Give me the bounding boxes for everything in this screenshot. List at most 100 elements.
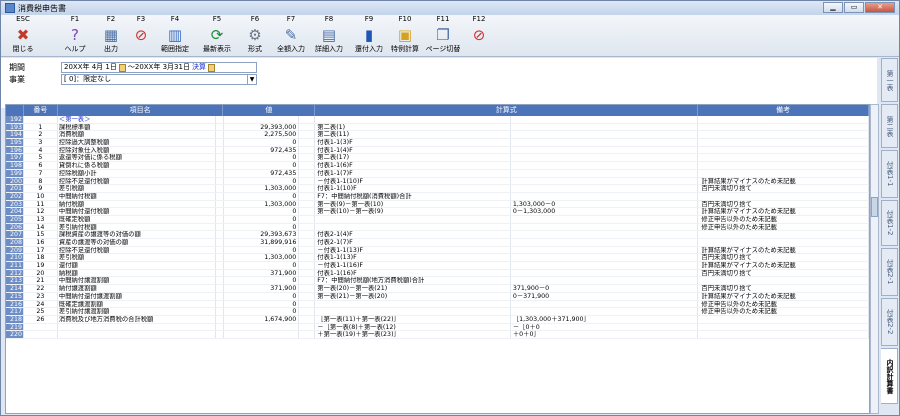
window-title: 消費税申告書	[18, 3, 66, 13]
row-remark	[698, 239, 869, 246]
table-row[interactable]: 207 15 課税資産の譲渡等の対価の額 29,393,673 付表2-1(4)F	[6, 231, 869, 239]
table-row[interactable]: 212 20 納税額 371,900 付表1-1(16)F 百円未満切り捨て	[6, 269, 869, 278]
table-row[interactable]: 203 11 納付税額 1,303,000 第一表(9)－第一表(10) 1,303,00…	[6, 200, 869, 209]
row-formula-values	[511, 308, 699, 315]
row-name: 中間納付還付税額	[58, 208, 216, 215]
table-row[interactable]: 205 13 既確定税額 0 修正申告以外のため未記載	[6, 215, 869, 224]
tab-sheet[interactable]: 付表2-2	[881, 298, 898, 346]
row-formula	[315, 215, 511, 223]
scroll-thumb[interactable]	[871, 197, 878, 217]
toolbar-button-f1[interactable]: F1? ヘルプ	[57, 15, 93, 57]
toolbar-button-f9[interactable]: F9 ▮ 還付入力	[351, 15, 387, 57]
tab-sheet[interactable]: 第一表	[881, 58, 898, 102]
row-remark: 修正申告以外のため未記載	[698, 300, 869, 308]
row-name: 還付額	[58, 262, 216, 269]
tab-sheet[interactable]: 内訳計算書	[881, 348, 898, 404]
table-row[interactable]: 209 17 控除不足還付税額 0 －付表1-1(13)F 計算結果がマイナスのため未記載	[6, 246, 869, 255]
table-row[interactable]: 200 8 控除不足還付税額 0 －付表1-1(10)F 計算結果がマイナスのため未記載	[6, 177, 869, 186]
row-formula: 付表1-1(7)F	[315, 169, 511, 177]
row-spacer	[216, 215, 224, 223]
table-row[interactable]: 217 25 差引納付譲渡割額 0 修正申告以外のため未記載	[6, 308, 869, 316]
toolbar-button-f5[interactable]: F5 ⟳ 最新表示	[199, 15, 235, 57]
table-row[interactable]: 199 7 控除税額小計 972,435 付表1-1(7)F	[6, 169, 869, 178]
toolbar-button-f10[interactable]: F10 ▣ 特例計算	[387, 15, 423, 57]
table-row[interactable]: 194 2 消費税額 2,275,500 第二表(11)	[6, 131, 869, 140]
row-spacer	[216, 315, 224, 323]
row-remark: 計算結果がマイナスのため未記載	[698, 246, 869, 254]
table-row[interactable]: 196 4 控除対象仕入税額 972,435 付表1-1(4)F	[6, 146, 869, 155]
table-row[interactable]: 195 3 控除過大調整税額 0 付表1-1(3)F	[6, 139, 869, 147]
toolbar-button-f11[interactable]: F11 ❐ ページ切替	[425, 15, 461, 57]
toolbar-button-f6[interactable]: F6 ⚙ 形式	[237, 15, 273, 57]
detail-input-icon: ▤	[321, 26, 337, 44]
table-row[interactable]: 201 9 差引税額 1,303,000 付表1-1(10)F 百円未満切り捨て	[6, 185, 869, 193]
tab-sheet[interactable]: 付表1-2	[881, 200, 898, 246]
toolbar-button-f4[interactable]: F4 ▥ 範囲指定	[157, 15, 193, 57]
close-window-button[interactable]: ✕	[865, 2, 895, 13]
tab-sheet[interactable]: 付表2-1	[881, 248, 898, 296]
row-value	[224, 116, 300, 123]
table-row[interactable]: 215 23 中間納付還付譲渡割額 0 第一表(21)－第一表(20) 0－371,900…	[6, 292, 869, 301]
row-name: 納付税額	[58, 200, 216, 208]
table-row[interactable]: 202 10 中間納付税額 0 F7：中間納付税額(消費税額)合計	[6, 192, 869, 201]
toolbar-button-f7[interactable]: F7 ✎ 全額入力	[273, 15, 309, 57]
row-spacer	[299, 331, 316, 338]
row-value: 1,303,000	[224, 200, 300, 208]
table-row[interactable]: 192 ＜第一表＞	[6, 116, 869, 124]
toolbar-button-f12[interactable]: F12 ⊘	[461, 15, 497, 57]
table-row[interactable]: 208 16 資産の譲渡等の対価の額 31,899,916 付表2-1(7)F	[6, 239, 869, 247]
table-row[interactable]: 214 22 納付譲渡割額 371,900 第一表(20)－第一表(21) 371,900…	[6, 285, 869, 293]
row-spacer	[216, 239, 224, 246]
tab-sheet[interactable]: 第二表	[881, 104, 898, 148]
row-number: 208	[6, 239, 24, 246]
row-formula-values	[511, 116, 699, 123]
row-ban: 25	[24, 308, 58, 315]
table-row[interactable]: 213 21 中間納付譲渡割額 0 F7：中間納付税額(地方消費税額)合計	[6, 277, 869, 286]
table-row[interactable]: 210 18 差引税額 1,303,000 付表1-1(13)F 百円未満切り捨て	[6, 254, 869, 263]
table-row[interactable]: 220 ＋第一表(19)＋第一表(23)］ ＋0＋0］	[6, 331, 869, 339]
period-field[interactable]: 20XX年 4月 1日 〜20XX年 3月31日 決算	[61, 62, 257, 73]
table-row[interactable]: 216 24 既確定譲渡割額 0 修正申告以外のため未記載	[6, 300, 869, 309]
function-key-label: F3	[136, 15, 146, 23]
row-ban: 17	[24, 246, 58, 254]
tab-sheet[interactable]: 付表1-1	[881, 150, 898, 198]
row-spacer	[299, 254, 316, 262]
row-name: 消費税額	[58, 131, 216, 139]
project-select[interactable]: [ 0]：限定なし ▼	[61, 74, 257, 85]
row-spacer	[216, 154, 224, 162]
table-row[interactable]: 211 19 還付額 0 －付表1-1(16)F 計算結果がマイナスのため未記載	[6, 262, 869, 270]
period-label: 期間	[9, 63, 25, 72]
vertical-scrollbar[interactable]	[870, 104, 879, 414]
row-spacer	[299, 146, 316, 154]
row-ban: 18	[24, 254, 58, 262]
calendar-icon[interactable]	[207, 63, 215, 72]
minimize-button[interactable]: ▁	[823, 2, 843, 13]
row-name: 差引税額	[58, 185, 216, 192]
table-row[interactable]: 219 －［第一表(8)＋第一表(12) －［0＋0	[6, 323, 869, 332]
table-row[interactable]: 206 14 差引納付税額 0 修正申告以外のため未記載	[6, 223, 869, 232]
row-spacer	[299, 300, 316, 308]
row-spacer	[216, 200, 224, 208]
row-spacer	[299, 308, 316, 315]
maximize-button[interactable]: ▭	[844, 2, 864, 13]
row-formula-values: 371,900－0	[511, 285, 699, 292]
table-row[interactable]: 198 6 貸倒れに係る税額 0 付表1-1(6)F	[6, 162, 869, 170]
row-formula-values: 0－1,303,000	[511, 208, 699, 215]
header-rownum	[6, 105, 24, 116]
row-name: 中間納付税額	[58, 192, 216, 200]
calendar-icon[interactable]	[118, 63, 126, 72]
function-key-label: F8	[324, 15, 334, 23]
table-row[interactable]: 218 26 消費税及び地方消費税の合計税額 1,674,900 ［第一表(11)＋第一…	[6, 315, 869, 324]
row-name: 課税標準額	[58, 123, 216, 131]
chevron-down-icon[interactable]: ▼	[247, 75, 256, 84]
toolbar-button-esc[interactable]: ESC ✖ 閉じる	[5, 15, 41, 57]
toolbar-button-f3[interactable]: F3 ⊘	[123, 15, 159, 57]
toolbar-button-f8[interactable]: F8 ▤ 詳細入力	[311, 15, 347, 57]
row-formula-values	[511, 269, 699, 277]
row-number: 211	[6, 262, 24, 269]
table-row[interactable]: 193 1 課税標準額 29,393,000 第二表(1)	[6, 123, 869, 132]
table-row[interactable]: 204 12 中間納付還付税額 0 第一表(10)－第一表(9) 0－1,303,000 計…	[6, 208, 869, 216]
row-remark: 計算結果がマイナスのため未記載	[698, 208, 869, 215]
table-row[interactable]: 197 5 返還等対価に係る税額 0 第二表(17)	[6, 154, 869, 163]
row-remark: 百円未満切り捨て	[698, 269, 869, 277]
